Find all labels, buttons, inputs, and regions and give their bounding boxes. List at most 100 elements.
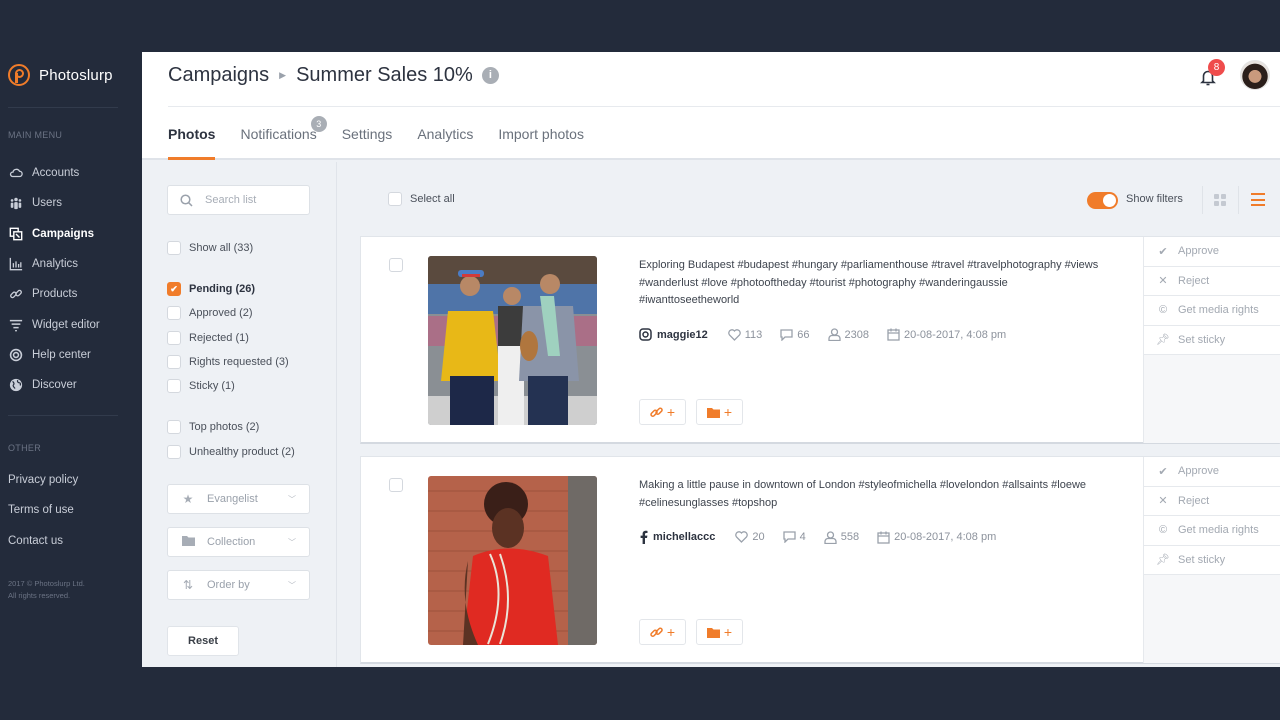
collection-dropdown[interactable]: Collection ﹀ [167, 527, 310, 557]
action-label: Set sticky [1178, 333, 1226, 346]
sidebar-item-products[interactable]: Products [8, 279, 100, 309]
heart-icon [727, 328, 741, 341]
show-filters-label: Show filters [1126, 193, 1183, 205]
tab-photos[interactable]: Photos [168, 116, 216, 160]
plus-icon: + [666, 624, 676, 640]
checkbox[interactable] [167, 355, 181, 369]
checkbox[interactable] [167, 420, 181, 434]
link-icon [650, 626, 663, 637]
get-media-rights-button[interactable]: © Get media rights [1144, 516, 1280, 546]
sidebar-item-accounts[interactable]: Accounts [8, 158, 100, 188]
tab-import-photos[interactable]: Import photos [498, 116, 584, 158]
reject-button[interactable]: ✕ Reject [1144, 486, 1280, 516]
calendar-icon [887, 328, 900, 341]
app-name: Photoslurp [39, 66, 113, 84]
filter-top-photos[interactable]: Top photos (2) [167, 420, 259, 434]
filter-rejected[interactable]: Rejected (1) [167, 331, 249, 345]
sidebar-item-users[interactable]: Users [8, 188, 100, 218]
approve-button[interactable]: ✔ Approve [1144, 237, 1280, 267]
post-author[interactable]: michellaccc [639, 530, 715, 544]
list-view-icon[interactable] [1251, 193, 1265, 206]
checkbox[interactable] [167, 379, 181, 393]
filter-unhealthy-product[interactable]: Unhealthy product (2) [167, 445, 295, 459]
followers-value: 558 [840, 531, 860, 543]
approve-button[interactable]: ✔ Approve [1144, 457, 1280, 487]
select-all-label: Select all [410, 193, 455, 205]
dropdown-label: Order by [207, 579, 250, 591]
post-select-checkbox[interactable] [389, 478, 403, 492]
folder-icon [706, 407, 720, 418]
sidebar-item-analytics[interactable]: Analytics [8, 249, 100, 279]
post-select-checkbox[interactable] [389, 258, 403, 272]
set-sticky-button[interactable]: 📌︎ Set sticky [1144, 325, 1280, 355]
post-photo[interactable] [428, 256, 597, 425]
filter-icon [8, 317, 24, 333]
show-all-checkbox[interactable]: Show all (33) [167, 241, 253, 255]
tab-label: Notifications [240, 126, 317, 142]
tab-analytics[interactable]: Analytics [417, 116, 473, 158]
filter-pending[interactable]: ✔ Pending (26) [167, 282, 255, 296]
reset-button[interactable]: Reset [167, 626, 239, 656]
main-content: Campaigns ▶ Summer Sales 10% i 8 Photos … [142, 52, 1280, 667]
filter-sticky[interactable]: Sticky (1) [167, 379, 235, 393]
bar-chart-icon [8, 256, 24, 272]
photoslurp-logo-icon [8, 64, 30, 86]
breadcrumb-separator-icon: ▶ [279, 69, 287, 80]
info-icon[interactable]: i [481, 66, 499, 84]
plus-icon: + [723, 404, 733, 420]
order-by-dropdown[interactable]: ⇅ Order by ﹀ [167, 570, 310, 600]
sidebar-item-discover[interactable]: Discover [8, 370, 100, 400]
select-all-checkbox[interactable]: Select all [388, 192, 455, 206]
checkbox[interactable] [167, 331, 181, 345]
checkbox[interactable] [167, 241, 181, 255]
filter-rights-requested[interactable]: Rights requested (3) [167, 355, 289, 369]
post-date: 20-08-2017, 4:08 pm [877, 531, 996, 544]
reject-button[interactable]: ✕ Reject [1144, 266, 1280, 296]
breadcrumb-parent[interactable]: Campaigns [168, 64, 269, 87]
add-product-link-button[interactable]: + [639, 619, 686, 645]
checkbox-checked[interactable]: ✔ [167, 282, 181, 296]
checkbox[interactable] [388, 192, 402, 206]
contact-us-link[interactable]: Contact us [8, 526, 78, 556]
set-sticky-button[interactable]: 📌︎ Set sticky [1144, 545, 1280, 575]
post-photo[interactable] [428, 476, 597, 645]
check-icon: ✔ [1158, 465, 1168, 478]
get-media-rights-button[interactable]: © Get media rights [1144, 296, 1280, 326]
logo[interactable]: Photoslurp [8, 64, 113, 86]
toolbar-divider [1238, 186, 1239, 214]
post-meta: maggie12 113 66 2308 20-08-2017, 4:08 pm [639, 328, 1024, 341]
filter-approved[interactable]: Approved (2) [167, 306, 253, 320]
post-actions: ✔ Approve ✕ Reject © Get media rights 📌︎ Set… [1143, 457, 1280, 663]
checkbox[interactable] [167, 445, 181, 459]
calendar-icon [877, 531, 890, 544]
checkbox[interactable] [167, 306, 181, 320]
add-product-link-button[interactable]: + [639, 399, 686, 425]
action-label: Reject [1178, 274, 1210, 287]
sidebar-item-label: Users [32, 197, 63, 210]
pin-icon: 📌︎ [1156, 554, 1170, 567]
search-input[interactable] [205, 194, 300, 206]
notification-count-badge: 8 [1208, 59, 1225, 76]
add-to-collection-button[interactable]: + [696, 619, 743, 645]
main-menu-heading: MAIN MENU [8, 130, 63, 140]
comments-count: 66 [780, 329, 810, 341]
sidebar-item-widget-editor[interactable]: Widget editor [8, 309, 100, 339]
sidebar-item-help-center[interactable]: Help center [8, 340, 100, 370]
tab-notifications[interactable]: Notifications 3 [240, 116, 327, 158]
check-icon: ✔ [1158, 245, 1168, 258]
post-actions: ✔ Approve ✕ Reject © Get media rights 📌︎ Set… [1143, 237, 1280, 443]
sidebar-item-label: Campaigns [32, 227, 94, 240]
terms-of-use-link[interactable]: Terms of use [8, 495, 78, 525]
add-to-collection-button[interactable]: + [696, 399, 743, 425]
grid-view-icon[interactable] [1214, 194, 1226, 206]
tab-label: Settings [341, 126, 393, 142]
privacy-policy-link[interactable]: Privacy policy [8, 465, 78, 495]
heart-icon [735, 531, 749, 543]
evangelist-dropdown[interactable]: ★ Evangelist ﹀ [167, 484, 310, 514]
user-avatar[interactable] [1240, 60, 1270, 90]
sidebar-item-campaigns[interactable]: Campaigns [8, 219, 100, 249]
show-filters-toggle[interactable] [1087, 192, 1118, 209]
username: michellaccc [653, 531, 716, 543]
post-author[interactable]: maggie12 [639, 328, 708, 341]
tab-settings[interactable]: Settings [342, 116, 393, 158]
